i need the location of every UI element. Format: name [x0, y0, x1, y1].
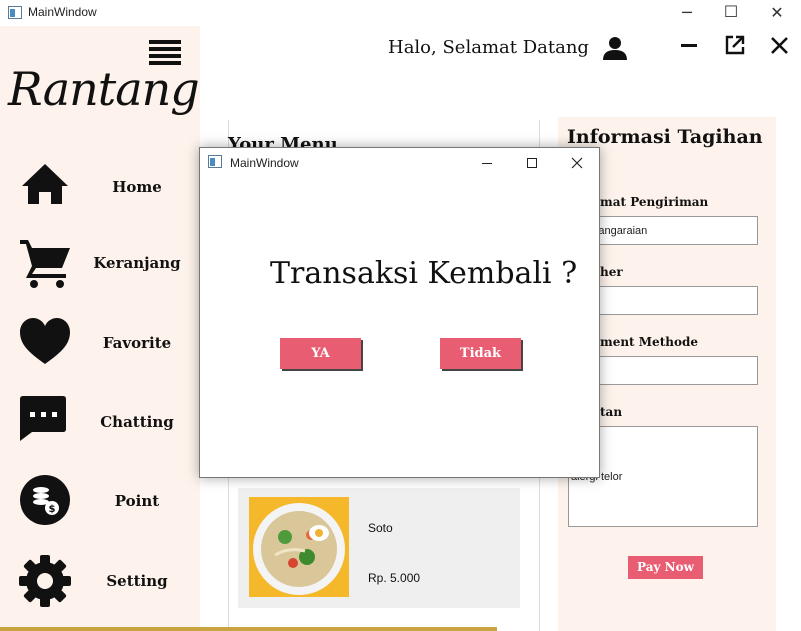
payment-method-label: ment Methode — [600, 335, 698, 349]
chat-icon — [20, 396, 66, 441]
window-title: MainWindow — [28, 5, 97, 19]
cart-icon — [20, 240, 70, 288]
app-close-icon[interactable] — [770, 36, 789, 55]
sidebar-item-label: Favorite — [102, 334, 172, 352]
food-price: Rp. 5.000 — [368, 571, 421, 585]
sidebar-item-label: Chatting — [100, 413, 174, 431]
food-image — [249, 497, 349, 597]
confirm-dialog: MainWindow Transaksi Kembali ? YA Tidak — [199, 147, 600, 478]
bottom-accent-strip — [0, 627, 497, 631]
sidebar-item-home[interactable]: Home — [0, 160, 200, 230]
voucher-label: her — [600, 265, 623, 279]
coins-icon: $ — [20, 475, 70, 525]
billing-title: Informasi Tagihan — [567, 126, 763, 148]
home-icon — [22, 164, 68, 204]
dialog-close-icon[interactable] — [570, 156, 584, 170]
popout-icon[interactable] — [725, 35, 745, 55]
window-close-button[interactable]: ✕ — [762, 3, 792, 22]
app-minimize-icon[interactable] — [680, 36, 698, 54]
app-window-icon — [8, 6, 22, 19]
sidebar-item-favorite[interactable]: Favorite — [0, 316, 200, 386]
gear-icon — [19, 555, 71, 607]
sidebar-item-point[interactable]: $ Point — [0, 474, 200, 544]
note-label: tan — [600, 405, 623, 419]
pay-now-button[interactable]: Pay Now — [628, 556, 703, 579]
sidebar-item-chatting[interactable]: Chatting — [0, 395, 200, 465]
no-button[interactable]: Tidak — [440, 338, 521, 369]
heart-icon — [20, 318, 70, 364]
dialog-title: MainWindow — [230, 156, 299, 170]
sidebar-item-label: Keranjang — [93, 254, 181, 272]
window-minimize-button[interactable]: ─ — [672, 3, 702, 22]
sidebar-item-setting[interactable]: Setting — [0, 554, 200, 624]
yes-button[interactable]: YA — [280, 338, 361, 369]
window-titlebar: MainWindow ─ ☐ ✕ — [0, 0, 801, 26]
sidebar-item-label: Home — [112, 178, 162, 196]
sidebar-item-label: Setting — [106, 572, 168, 590]
window-maximize-button[interactable]: ☐ — [716, 2, 746, 21]
sidebar-item-keranjang[interactable]: Keranjang — [0, 236, 200, 306]
dialog-minimize-icon[interactable] — [480, 156, 494, 170]
dialog-maximize-icon[interactable] — [525, 156, 539, 170]
greeting-text: Halo, Selamat Datang — [388, 37, 589, 58]
food-name: Soto — [368, 521, 393, 535]
address-label: mat Pengiriman — [600, 195, 709, 209]
app-logo: Rantang — [8, 62, 200, 116]
dialog-message: Transaksi Kembali ? — [270, 256, 578, 291]
dialog-window-icon — [208, 155, 222, 168]
svg-text:$: $ — [49, 504, 56, 515]
sidebar-item-label: Point — [114, 492, 160, 510]
user-icon[interactable] — [603, 36, 627, 60]
